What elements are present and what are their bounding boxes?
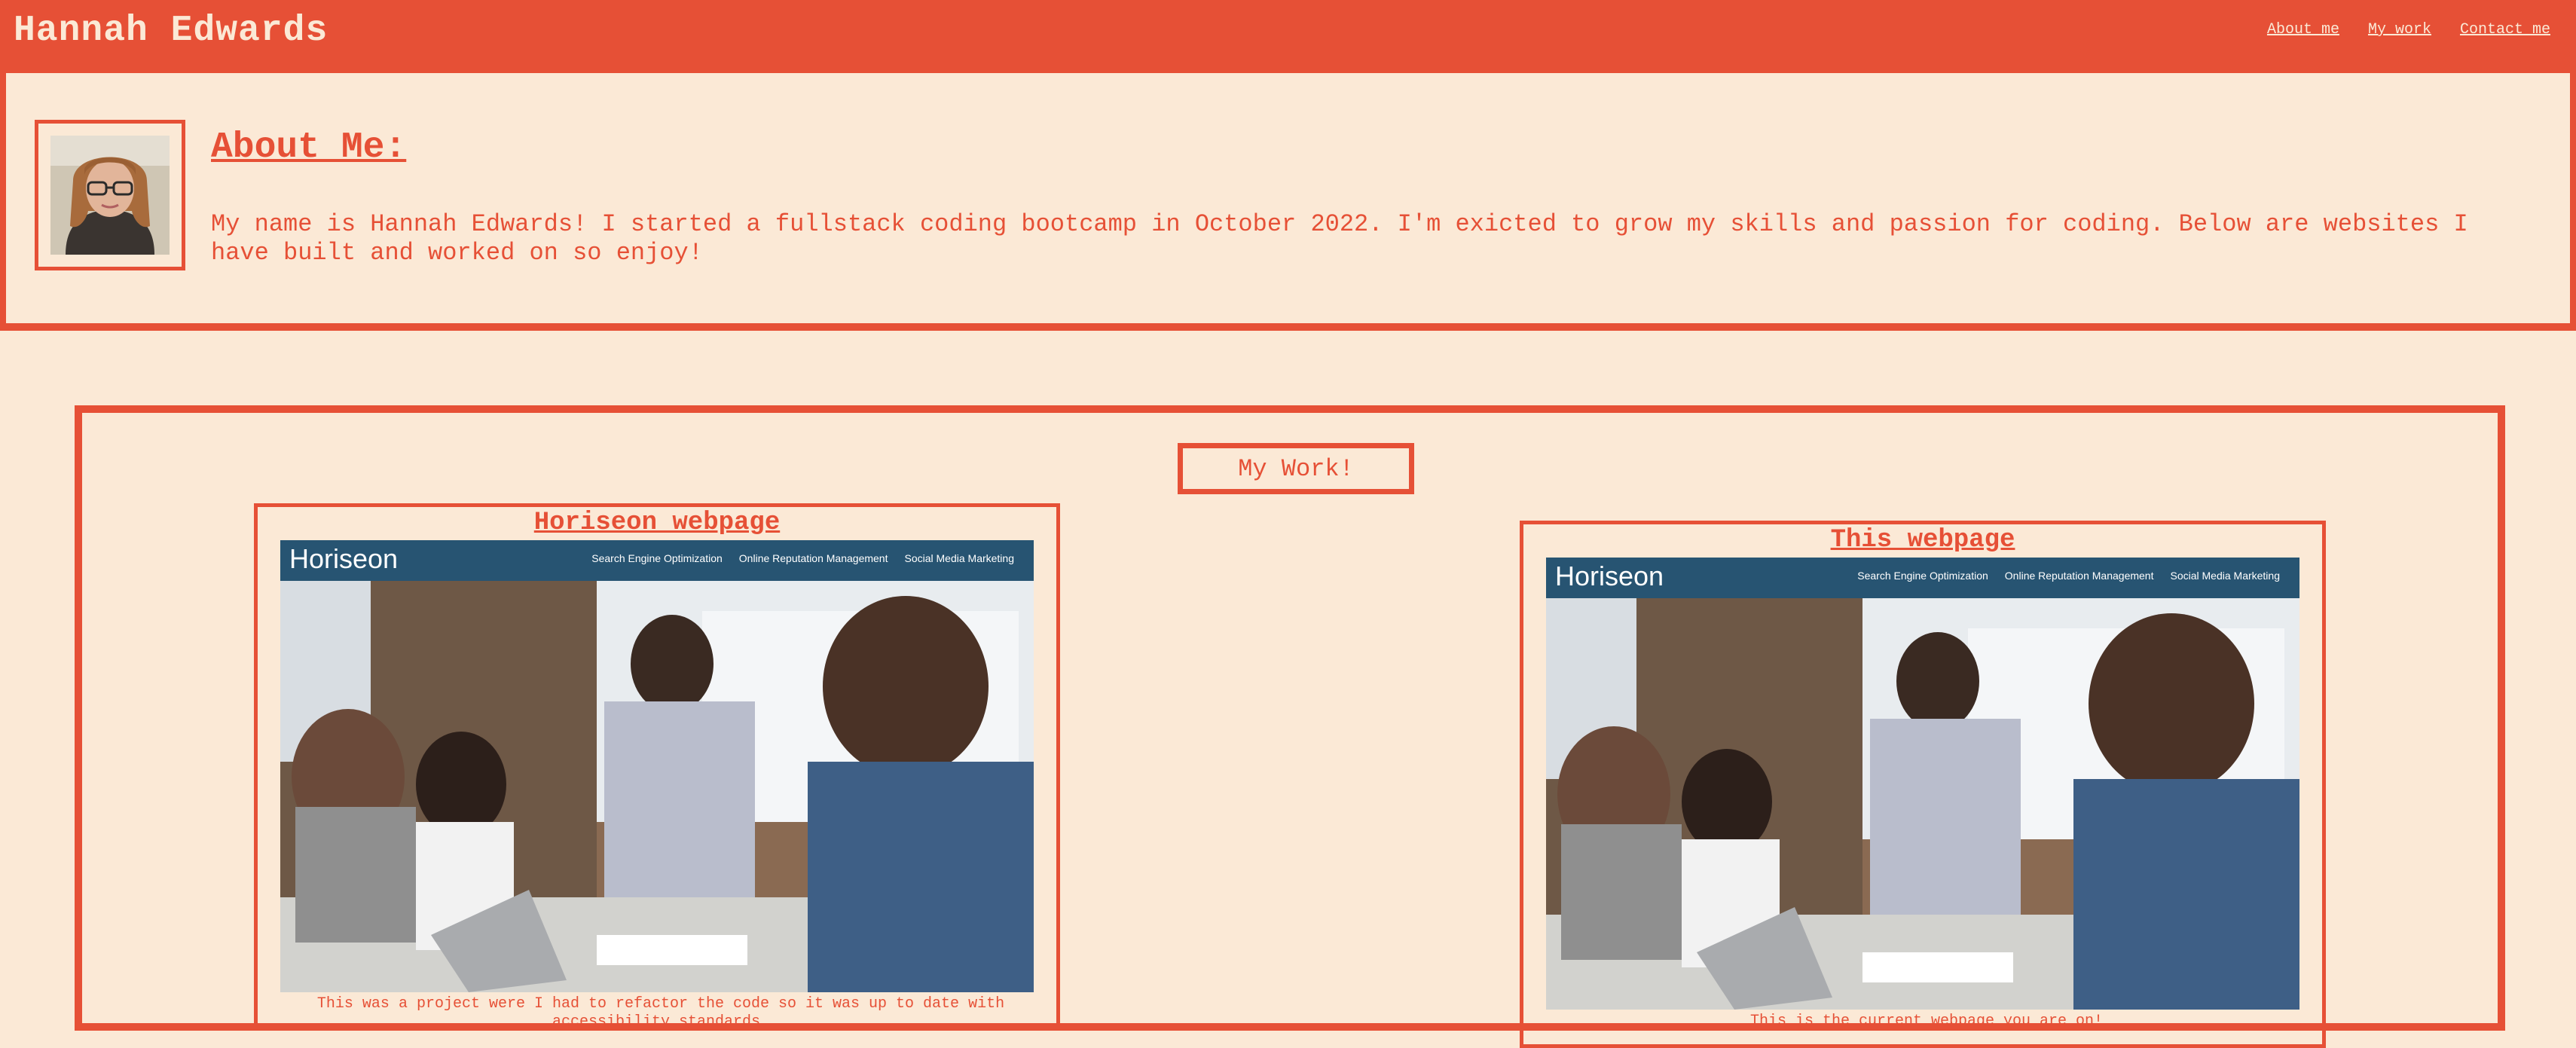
about-section: About Me: My name is Hannah Edwards! I s… [0,73,2576,331]
profile-photo-frame [35,120,185,270]
project-screenshot[interactable]: Horiseon Search Engine Optimization Onli… [280,540,1034,992]
project-caption: This is the current webpage you are on! [1749,1013,2104,1030]
screenshot-nav: Search Engine Optimization Online Reputa… [1857,570,2280,582]
screenshot-header: Horiseon Search Engine Optimization Onli… [1546,558,2299,598]
nav-link-contact[interactable]: Contact me [2460,21,2550,38]
project-card-this-webpage: This webpage Horiseon Search Engine Opti… [1520,521,2326,1048]
screenshot-logo: Horiseon [289,543,399,574]
about-heading: About Me: [211,127,407,168]
work-section: My Work! Horiseon webpage Horiseon Searc… [75,405,2505,1048]
project-screenshot[interactable]: Horiseon Search Engine Optimization Onli… [1546,558,2299,1010]
nav-link-work[interactable]: My work [2368,21,2431,38]
project-caption: This was a project were I had to refacto… [316,995,1005,1031]
screenshot-nav-item: Search Engine Optimization [591,552,723,564]
screenshot-nav-item: Online Reputation Management [2004,570,2154,582]
project-card-horiseon: Horiseon webpage Horiseon Search Engine … [254,503,1060,1031]
project-title-link[interactable]: Horiseon webpage [258,509,1056,537]
screenshot-nav: Search Engine Optimization Online Reputa… [591,552,1014,564]
screenshot-nav-item: Social Media Marketing [904,552,1014,564]
site-title: Hannah Edwards [14,11,328,51]
nav-link-about[interactable]: About me [2267,21,2339,38]
team-meeting-photo [1546,598,2299,1010]
site-header: Hannah Edwards About me My work Contact … [0,0,2576,73]
screenshot-nav-item: Online Reputation Management [738,552,888,564]
main-nav: About me My work Contact me [2267,21,2550,38]
team-meeting-photo [280,581,1034,992]
profile-photo [50,136,170,255]
project-title-link[interactable]: This webpage [1523,526,2322,555]
work-title: My Work! [1178,443,1414,494]
screenshot-nav-item: Search Engine Optimization [1857,570,1988,582]
screenshot-header: Horiseon Search Engine Optimization Onli… [280,540,1034,581]
screenshot-logo: Horiseon [1555,561,1664,591]
screenshot-nav-item: Social Media Marketing [2170,570,2280,582]
about-text: My name is Hannah Edwards! I started a f… [211,210,2468,267]
